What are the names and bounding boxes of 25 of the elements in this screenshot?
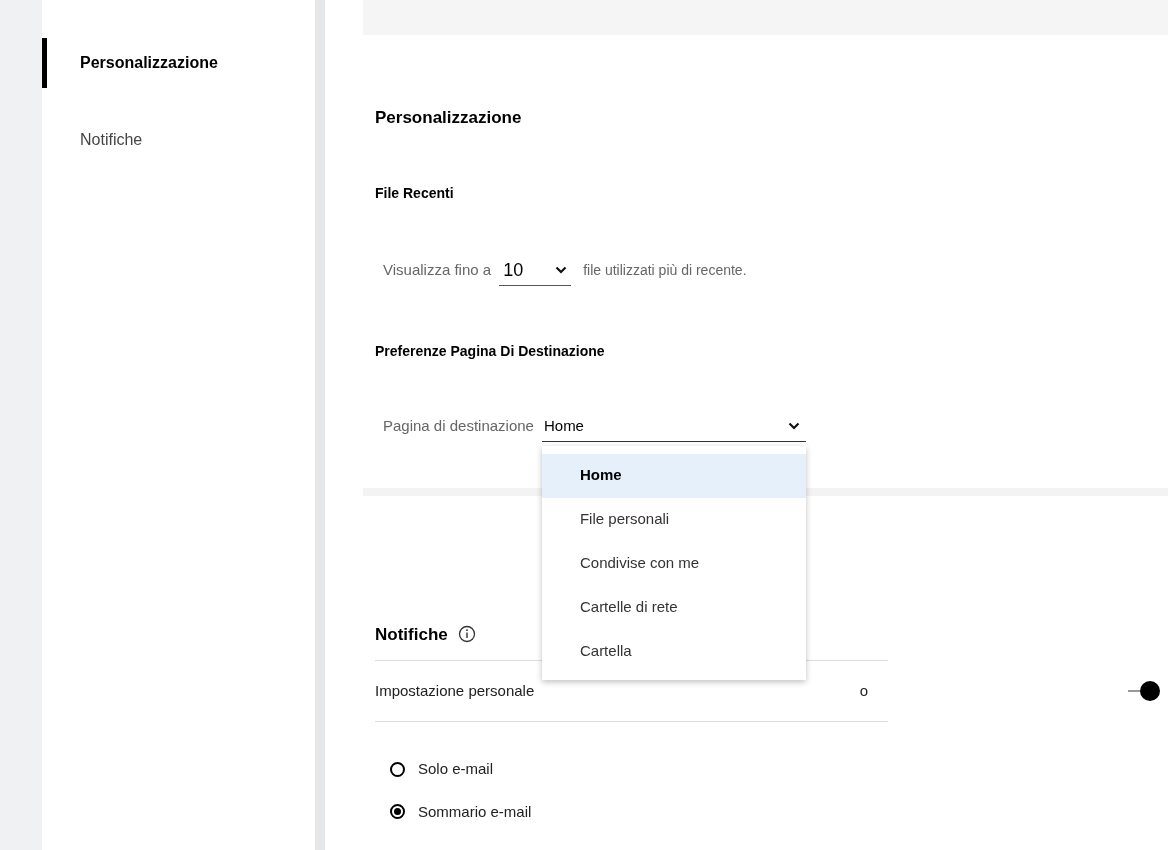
count-select[interactable]: 10 bbox=[499, 255, 572, 286]
subsection-title: Preferenze Pagina Di Destinazione bbox=[375, 341, 606, 361]
section-title: Notifiche bbox=[375, 623, 448, 646]
sidebar-item[interactable]: Notifiche bbox=[42, 115, 315, 165]
label-text: file utilizzati più di recente. bbox=[583, 261, 747, 280]
setting-label: o bbox=[859, 680, 868, 701]
dropdown-option[interactable]: Condivise con me bbox=[541, 541, 806, 586]
info-icon[interactable] bbox=[457, 625, 476, 644]
toggle-switch[interactable] bbox=[1128, 681, 1160, 701]
dropdown-option[interactable]: Cartella bbox=[541, 629, 806, 674]
subsection-title: File Recenti bbox=[375, 183, 455, 203]
dropdown-option[interactable]: Cartelle di rete bbox=[541, 585, 806, 630]
landing-page-select[interactable]: Home bbox=[541, 411, 806, 442]
radio-label: Sommario e-mail bbox=[418, 801, 532, 822]
dropdown-option[interactable]: Home bbox=[541, 453, 806, 498]
chevron-down-icon bbox=[555, 266, 568, 274]
setting-label: Impostazione personale bbox=[375, 680, 535, 701]
chevron-down-icon bbox=[787, 422, 800, 430]
radio-button[interactable] bbox=[390, 761, 405, 777]
section-title: Personalizzazione bbox=[375, 107, 523, 129]
radio-label: Solo e-mail bbox=[418, 759, 494, 779]
dropdown-option[interactable]: File personali bbox=[541, 497, 806, 542]
radio-button[interactable] bbox=[390, 804, 405, 820]
label-text: Pagina di destinazione bbox=[383, 416, 534, 437]
label-text: Visualizza fino a bbox=[383, 260, 492, 281]
